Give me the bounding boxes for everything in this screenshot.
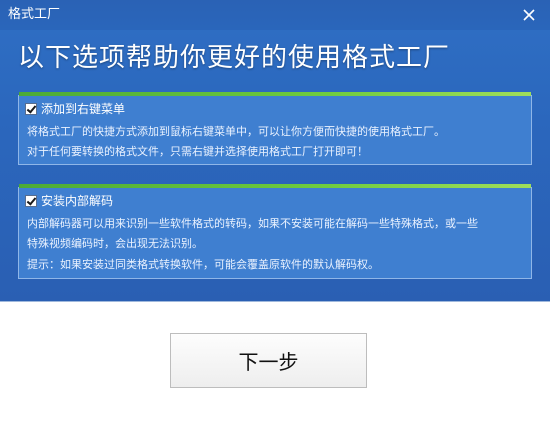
option-title: 安装内部解码 [41,194,114,208]
option-panel-internal-decoder: 安装内部解码 内部解码器可以用来识别一些软件格式的转码，如果不安装可能在解码一些… [18,184,532,279]
option-header: 安装内部解码 [25,193,113,209]
context-menu-checkbox[interactable] [25,103,37,115]
option-description-line: 内部解码器可以用来识别一些软件格式的转码，如果不安装可能在解码一些特殊格式，或一… [27,217,478,230]
internal-decoder-checkbox[interactable] [25,195,37,207]
panel-accent-bar [19,184,531,188]
title-bar: 格式工厂 [0,0,550,30]
close-icon [523,9,535,21]
page-headline: 以下选项帮助你更好的使用格式工厂 [18,43,451,73]
close-button[interactable] [516,4,542,26]
option-title: 添加到右键菜单 [41,102,126,116]
option-description-line: 将格式工厂的快捷方式添加到鼠标右键菜单中，可以让你方便而快捷的使用格式工厂。 [27,125,445,138]
installer-window: 格式工厂 以下选项帮助你更好的使用格式工厂 添加到右键菜单 将格式工厂的快捷方式… [0,0,550,426]
option-header: 添加到右键菜单 [25,101,125,117]
panel-accent-bar [19,92,531,96]
divider [0,301,550,302]
option-description-line: 特殊视频编码时，会出现无法识别。 [27,237,203,250]
option-panel-context-menu: 添加到右键菜单 将格式工厂的快捷方式添加到鼠标右键菜单中，可以让你方便而快捷的使… [18,92,532,165]
next-button[interactable]: 下一步 [170,333,367,388]
window-title: 格式工厂 [8,7,61,22]
options-area: 格式工厂 以下选项帮助你更好的使用格式工厂 添加到右键菜单 将格式工厂的快捷方式… [0,0,550,301]
option-description-line: 对于任何要转换的格式文件，只需右键并选择使用格式工厂打开即可！ [27,145,368,158]
option-hint-line: 提示：如果安装过同类格式转换软件，可能会覆盖原软件的默认解码权。 [27,258,379,271]
